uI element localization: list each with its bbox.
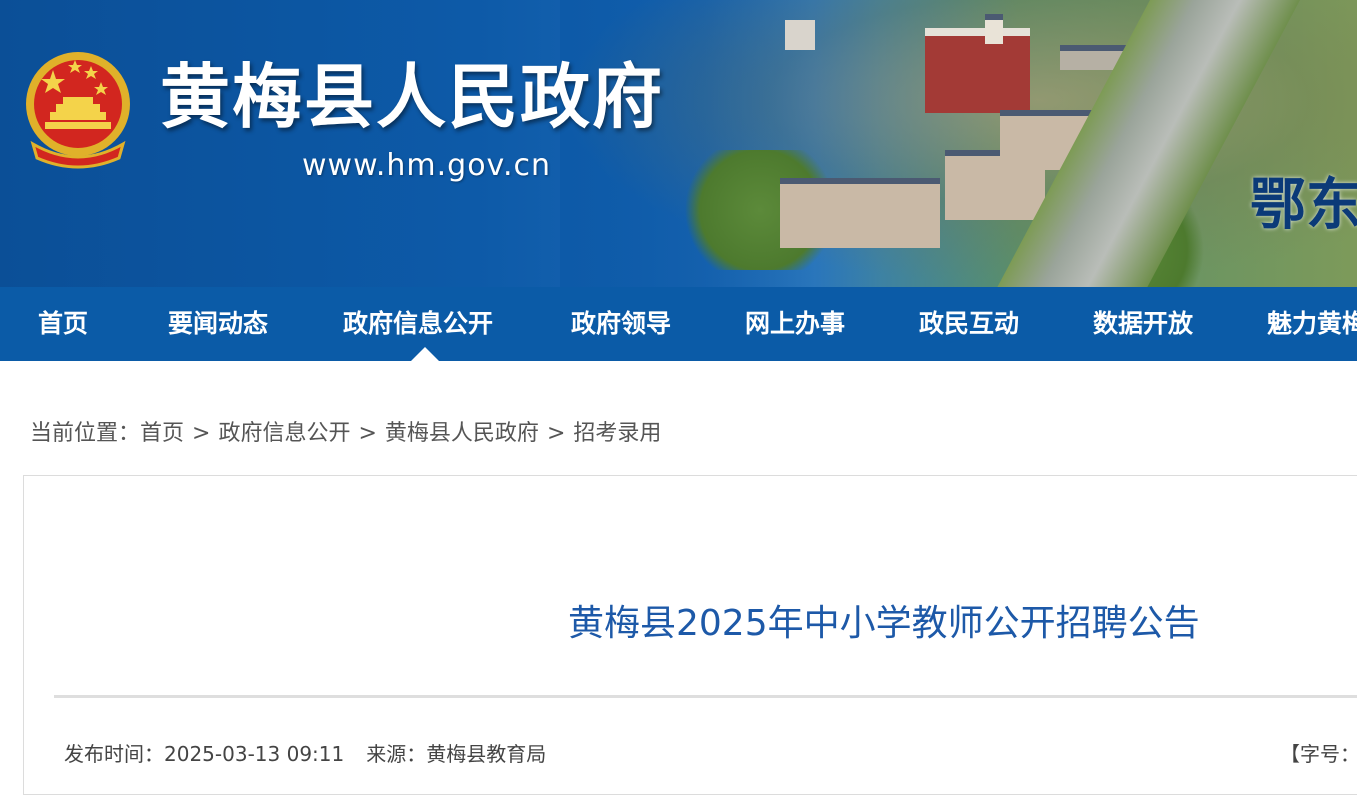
font-size-control[interactable]: 【字号： (1280, 738, 1357, 770)
article-divider (54, 695, 1357, 698)
nav-item-charm[interactable]: 魅力黄梅 (1267, 287, 1357, 361)
publish-time-label: 发布时间： (64, 742, 164, 766)
publish-time: 2025-03-13 09:11 (164, 742, 345, 766)
article-container: 黄梅县2025年中小学教师公开招聘公告 发布时间：2025-03-13 09:1… (23, 475, 1357, 795)
breadcrumb-separator: > (192, 421, 211, 446)
site-url: www.hm.gov.cn (302, 148, 552, 183)
nav-item-interaction[interactable]: 政民互动 (919, 287, 1019, 361)
nav-item-home[interactable]: 首页 (38, 287, 88, 361)
nav-item-leaders[interactable]: 政府领导 (571, 287, 671, 361)
breadcrumb-recruitment[interactable]: 招考录用 (573, 421, 661, 446)
breadcrumb-separator: > (358, 421, 377, 446)
source-label: 来源： (366, 742, 427, 766)
site-title: 黄梅县人民政府 (160, 56, 664, 138)
breadcrumb-county-gov[interactable]: 黄梅县人民政府 (385, 421, 539, 446)
banner-building (785, 20, 815, 50)
nav-active-indicator (411, 347, 439, 361)
breadcrumb-separator: > (546, 421, 566, 446)
article-title: 黄梅县2025年中小学教师公开招聘公告 (568, 603, 1200, 644)
breadcrumb-gov-info[interactable]: 政府信息公开 (218, 421, 350, 446)
main-nav: 首页 要闻动态 政府信息公开 政府领导 网上办事 政民互动 数据开放 魅力黄梅 (0, 287, 1357, 361)
breadcrumb-prefix: 当前位置： (30, 421, 141, 446)
source: 黄梅县教育局 (426, 742, 547, 766)
nav-item-online-services[interactable]: 网上办事 (745, 287, 845, 361)
banner-building (780, 178, 940, 248)
breadcrumb: 当前位置：首页 > 政府信息公开 > 黄梅县人民政府 > 招考录用 (30, 418, 661, 450)
nav-item-news[interactable]: 要闻动态 (168, 287, 268, 361)
banner-calligraphy: 鄂东 (1250, 172, 1357, 238)
banner-building (925, 28, 1030, 113)
national-emblem-icon (26, 52, 130, 169)
breadcrumb-home[interactable]: 首页 (140, 421, 184, 446)
article-meta: 发布时间：2025-03-13 09:11 来源：黄梅县教育局 (64, 738, 546, 770)
header-banner: 黄梅县人民政府 www.hm.gov.cn 鄂东 (0, 0, 1357, 287)
banner-building (985, 14, 1003, 44)
nav-item-open-data[interactable]: 数据开放 (1093, 287, 1193, 361)
